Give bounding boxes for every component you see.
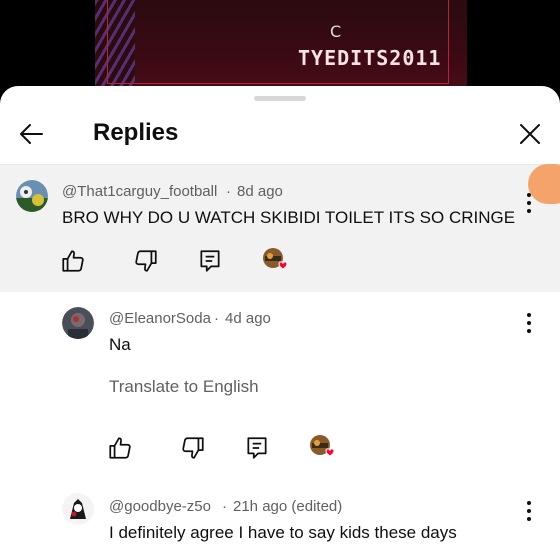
like-button[interactable] bbox=[60, 248, 86, 274]
video-frame: C TYEDITS2011 bbox=[95, 0, 467, 100]
reply-icon bbox=[200, 250, 220, 272]
avatar[interactable] bbox=[62, 493, 94, 525]
drag-handle[interactable] bbox=[254, 96, 306, 101]
comment-age: 4d ago bbox=[225, 310, 271, 327]
translate-link[interactable]: Translate to English bbox=[109, 377, 259, 397]
like-button[interactable] bbox=[107, 435, 133, 461]
more-vert-icon bbox=[527, 501, 531, 521]
back-arrow-icon bbox=[20, 124, 43, 144]
avatar-image bbox=[62, 493, 94, 525]
avatar[interactable] bbox=[62, 307, 94, 339]
reply-icon bbox=[247, 437, 267, 459]
thumbs-up-icon bbox=[62, 250, 84, 272]
video-border bbox=[107, 0, 449, 84]
video-background: C TYEDITS2011 bbox=[0, 0, 560, 100]
more-vert-icon bbox=[527, 313, 531, 333]
creator-heart-badge bbox=[262, 247, 288, 273]
replies-header: Replies bbox=[0, 106, 560, 162]
video-watermark: TYEDITS2011 bbox=[298, 46, 442, 70]
comment-author[interactable]: @goodbye-z5o bbox=[109, 498, 211, 515]
reply-button[interactable] bbox=[197, 248, 223, 274]
avatar[interactable] bbox=[16, 180, 48, 212]
close-button[interactable] bbox=[514, 118, 546, 150]
comment-text: BRO WHY DO U WATCH SKIBIDI TOILET ITS SO… bbox=[62, 208, 516, 227]
comment-separator: · bbox=[214, 310, 219, 327]
comment-text: I definitely agree I have to say kids th… bbox=[109, 523, 457, 542]
avatar-image bbox=[62, 307, 94, 339]
thumbs-down-icon bbox=[182, 437, 204, 459]
more-button[interactable] bbox=[524, 499, 534, 523]
creator-heart-badge bbox=[309, 434, 335, 460]
avatar-image bbox=[16, 180, 48, 212]
more-button[interactable] bbox=[524, 311, 534, 335]
back-button[interactable] bbox=[16, 118, 48, 150]
dislike-button[interactable] bbox=[133, 248, 159, 274]
comment-separator: · bbox=[226, 183, 231, 200]
floating-action-button[interactable] bbox=[528, 164, 560, 204]
thumbs-up-icon bbox=[109, 437, 131, 459]
creator-heart-icon bbox=[263, 248, 288, 270]
creator-heart-icon bbox=[310, 435, 335, 457]
comment-age: 8d ago bbox=[237, 183, 283, 200]
comment-separator: · bbox=[222, 498, 227, 515]
page-title: Replies bbox=[93, 119, 179, 146]
parent-comment: @That1carguy_football · 8d ago BRO WHY D… bbox=[0, 165, 560, 292]
comment-author[interactable]: @EleanorSoda bbox=[109, 310, 211, 327]
comment-age: 21h ago (edited) bbox=[233, 498, 343, 515]
dislike-button[interactable] bbox=[180, 435, 206, 461]
comment-text: Na bbox=[109, 335, 131, 354]
comment-author[interactable]: @That1carguy_football bbox=[62, 183, 217, 200]
reply-button[interactable] bbox=[244, 435, 270, 461]
replies-sheet: Replies @That1carguy_football · 8d ago B… bbox=[0, 86, 560, 560]
close-icon bbox=[520, 124, 540, 144]
video-letter: C bbox=[330, 22, 342, 41]
thumbs-down-icon bbox=[135, 250, 157, 272]
